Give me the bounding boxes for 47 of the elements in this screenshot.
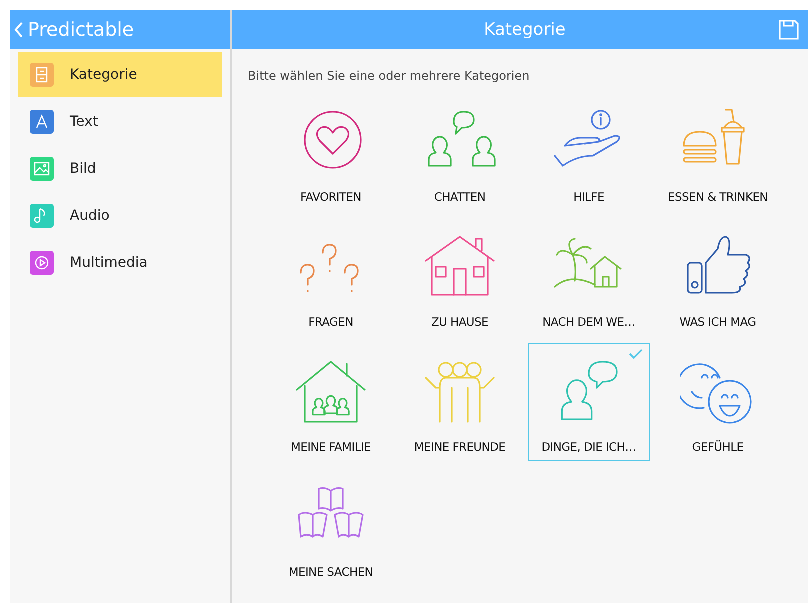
category-label: NACH DEM WE… xyxy=(542,315,636,329)
chevron-left-icon xyxy=(14,22,24,38)
category-label: GEFÜHLE xyxy=(692,440,744,454)
image-icon xyxy=(30,156,54,180)
category-tile[interactable]: FAVORITEN xyxy=(270,93,392,211)
family-house-icon xyxy=(293,358,369,426)
sidebar-item[interactable]: Multimedia xyxy=(18,240,222,285)
sidebar-item[interactable]: Kategorie xyxy=(18,52,222,97)
category-tile[interactable]: DINGE, DIE ICH… xyxy=(528,343,650,461)
category-tile[interactable]: ZU HAUSE xyxy=(399,218,521,336)
category-tile[interactable]: GEFÜHLE xyxy=(657,343,779,461)
category-tile[interactable]: FRAGEN xyxy=(270,218,392,336)
save-icon[interactable] xyxy=(778,18,800,40)
play-icon xyxy=(30,250,54,274)
category-label: HILFE xyxy=(574,190,604,204)
sidebar-item-label: Kategorie xyxy=(70,66,138,82)
category-tile[interactable]: WAS ICH MAG xyxy=(657,218,779,336)
category-label: FRAGEN xyxy=(308,315,354,329)
category-label: DINGE, DIE ICH… xyxy=(542,440,636,454)
category-tile[interactable]: HILFE xyxy=(528,93,650,211)
category-label: MEINE SACHEN xyxy=(288,565,374,579)
category-tile[interactable]: CHATTEN xyxy=(399,93,521,211)
instruction-text: Bitte wählen Sie eine oder mehrere Kategorien xyxy=(248,69,531,83)
category-tile[interactable]: ESSEN & TRINKEN xyxy=(657,93,779,211)
category-tile[interactable]: MEINE SACHEN xyxy=(270,468,392,586)
category-label: MEINE FREUNDE xyxy=(414,440,506,454)
category-label: CHATTEN xyxy=(434,190,486,204)
category-label: MEINE FAMILIE xyxy=(290,440,371,454)
drawer-icon xyxy=(30,62,54,86)
category-label: WAS ICH MAG xyxy=(680,315,756,329)
sidebar-item-label: Audio xyxy=(70,208,110,224)
sidebar-item-label: Multimedia xyxy=(70,254,148,270)
checkmark-icon xyxy=(629,349,643,359)
sidebar-item[interactable]: Bild xyxy=(18,146,222,191)
category-label: ESSEN & TRINKEN xyxy=(668,190,768,204)
category-tile[interactable]: NACH DEM WE… xyxy=(528,218,650,336)
letter-icon xyxy=(30,110,54,134)
sidebar-item[interactable]: Audio xyxy=(18,193,222,238)
header-title: Kategorie xyxy=(483,20,567,40)
sidebar-item[interactable]: Text xyxy=(18,99,222,144)
music-note-icon xyxy=(30,204,54,228)
category-tile[interactable]: MEINE FAMILIE xyxy=(270,343,392,461)
category-tile[interactable]: MEINE FREUNDE xyxy=(399,343,521,461)
sidebar-item-label: Bild xyxy=(70,160,96,176)
sidebar-item-label: Text xyxy=(70,114,98,130)
category-label: FAVORITEN xyxy=(300,190,362,204)
category-label: ZU HAUSE xyxy=(431,315,489,329)
